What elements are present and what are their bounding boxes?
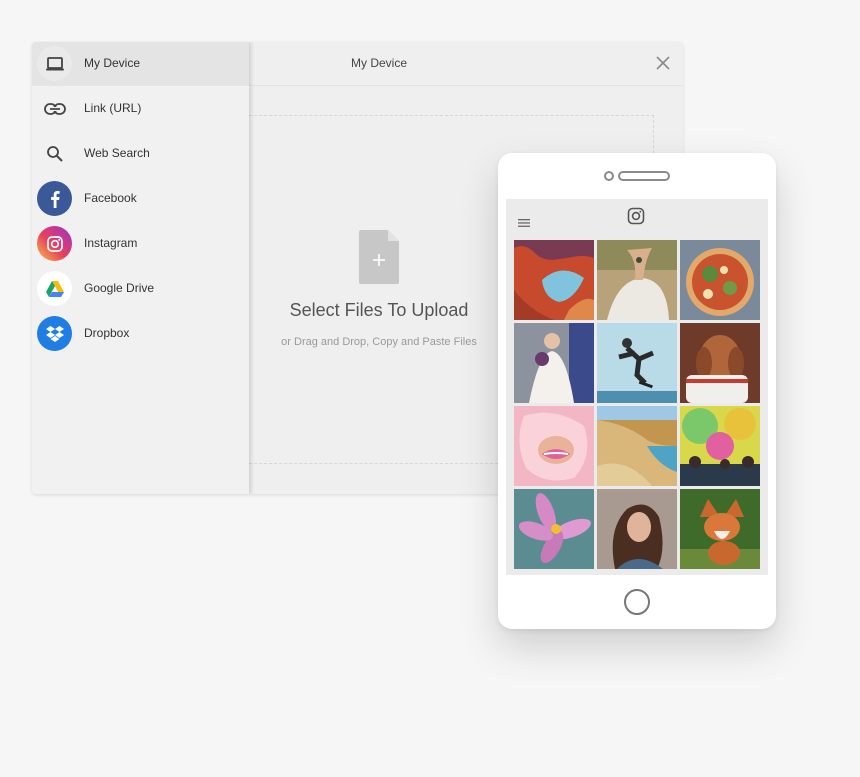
dropzone-subtitle: or Drag and Drop, Copy and Paste Files — [281, 336, 477, 348]
sidebar-item-label: Link (URL) — [84, 101, 142, 115]
wedding-photo[interactable] — [514, 323, 594, 403]
link-icon — [37, 91, 72, 126]
dog-photo[interactable] — [680, 323, 760, 403]
sidebar-item-label: My Device — [84, 56, 141, 70]
sidebar-item-web-search[interactable]: Web Search — [32, 132, 249, 176]
color-festival-photo[interactable] — [680, 406, 760, 486]
sidebar-item-instagram[interactable]: Instagram — [32, 222, 249, 266]
facebook-icon — [37, 181, 72, 216]
instagram-icon — [627, 207, 645, 225]
lips-photo[interactable] — [514, 406, 594, 486]
dropzone-title: Select Files To Upload — [289, 300, 469, 320]
skateboarder-photo[interactable] — [597, 323, 677, 403]
sidebar-item-link-url[interactable]: Link (URL) — [32, 87, 249, 131]
flower-photo[interactable] — [514, 489, 594, 569]
file-add-icon — [359, 230, 399, 284]
close-button[interactable] — [653, 53, 673, 73]
phone-screen — [506, 199, 768, 575]
sidebar-item-label: Web Search — [84, 146, 150, 160]
sidebar-item-label: Dropbox — [84, 326, 130, 340]
google-drive-icon — [37, 271, 72, 306]
sidebar-item-my-device[interactable]: My Device — [32, 42, 249, 86]
phone-home-button[interactable] — [624, 589, 650, 615]
source-sidebar: My Device Link (URL) Web Search Facebook… — [32, 42, 249, 494]
photo-grid — [514, 240, 760, 569]
laptop-icon — [37, 46, 72, 81]
sidebar-item-facebook[interactable]: Facebook — [32, 177, 249, 221]
search-icon — [37, 136, 72, 171]
hamburger-menu-icon[interactable] — [518, 214, 530, 227]
beach-photo[interactable] — [597, 406, 677, 486]
fox-photo[interactable] — [680, 489, 760, 569]
sidebar-item-label: Instagram — [84, 236, 138, 250]
woman-portrait-photo[interactable] — [597, 489, 677, 569]
dropbox-icon — [37, 316, 72, 351]
phone-speaker — [618, 171, 670, 181]
phone-camera — [604, 171, 614, 181]
sidebar-item-dropbox[interactable]: Dropbox — [32, 312, 249, 356]
sidebar-item-label: Facebook — [84, 191, 137, 205]
pizza-photo[interactable] — [680, 240, 760, 320]
bride-hand-photo[interactable] — [597, 240, 677, 320]
phone-mockup — [498, 153, 776, 629]
sidebar-item-google-drive[interactable]: Google Drive — [32, 267, 249, 311]
canyon-photo[interactable] — [514, 240, 594, 320]
sidebar-item-label: Google Drive — [84, 281, 155, 295]
page-title: My Device — [350, 56, 407, 70]
instagram-icon — [37, 226, 72, 261]
close-icon — [656, 56, 670, 70]
picker-header: My Device — [249, 42, 683, 86]
